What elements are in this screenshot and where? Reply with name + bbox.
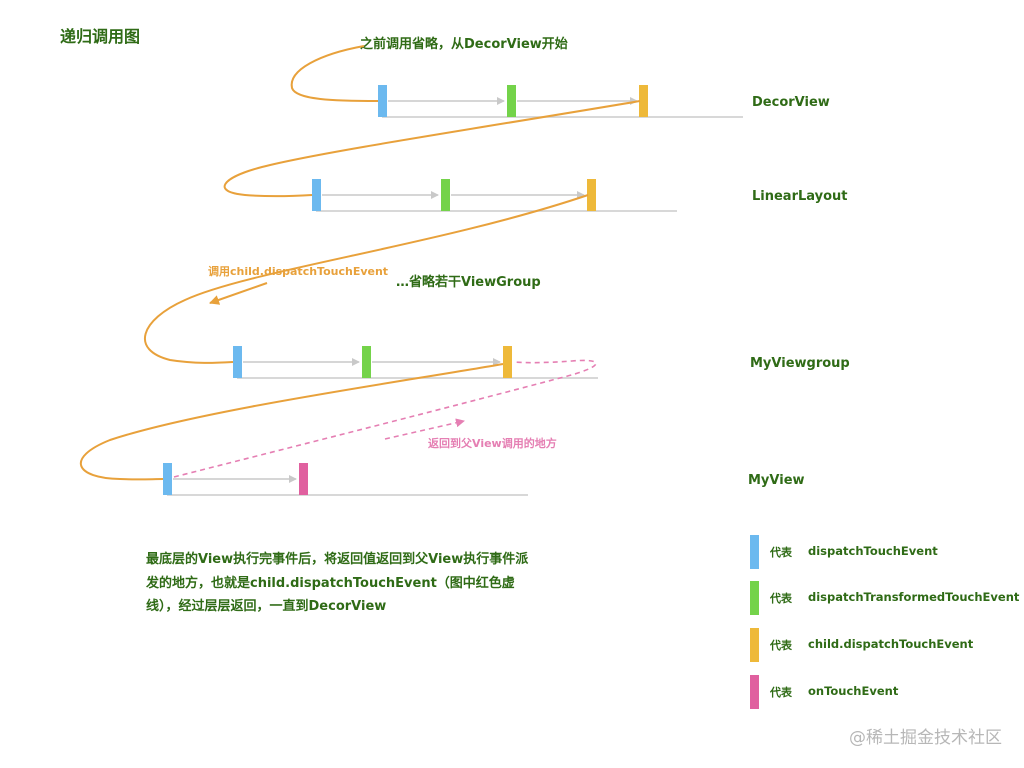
legend-label: child.dispatchTouchEvent xyxy=(808,637,974,651)
legend-label: dispatchTransformedTouchEvent xyxy=(808,590,1020,604)
legend-swatch xyxy=(750,675,759,709)
legend-swatch xyxy=(750,628,759,662)
diagram-title: 递归调用图 xyxy=(60,27,140,46)
explanation-note: 最底层的View执行完事件后，将返回值返回到父View执行事件派发的地方，也就是… xyxy=(146,552,529,614)
legend-swatch xyxy=(750,581,759,615)
legend-label: onTouchEvent xyxy=(808,684,899,698)
layer-label: DecorView xyxy=(752,95,830,110)
watermark: @稀土掘金技术社区 xyxy=(849,728,1002,748)
layer-linearlayout: LinearLayout xyxy=(312,179,848,212)
legend-prefix: 代表 xyxy=(770,686,792,699)
dispatch-transformed-bar xyxy=(507,85,516,117)
annotation-return: 返回到父View调用的地方 xyxy=(428,436,557,450)
child-dispatch-bar xyxy=(587,179,596,211)
layer-label: MyView xyxy=(748,473,805,488)
layer-label: MyViewgroup xyxy=(750,356,850,371)
recursion-diagram: 递归调用图 之前调用省略，从DecorView开始 DecorView Line… xyxy=(60,27,850,496)
on-touch-event-bar xyxy=(299,463,308,495)
dispatch-touch-event-bar xyxy=(233,346,242,378)
call-curve-viewgroup-to-view xyxy=(79,363,504,481)
child-dispatch-bar xyxy=(639,85,648,117)
call-curve-entry xyxy=(290,45,379,102)
annotation-ellipsis: …省略若干ViewGroup xyxy=(396,274,541,290)
legend-prefix: 代表 xyxy=(770,546,792,559)
dispatch-transformed-bar xyxy=(441,179,450,211)
call-child-arrow xyxy=(209,282,268,305)
legend-swatch xyxy=(750,535,759,569)
layer-myviewgroup: MyViewgroup xyxy=(233,346,850,379)
legend-prefix: 代表 xyxy=(770,592,792,605)
layer-decorview: DecorView xyxy=(378,85,830,118)
layer-myview: MyView xyxy=(163,463,805,496)
annotation-top-note: 之前调用省略，从DecorView开始 xyxy=(360,36,568,52)
layer-label: LinearLayout xyxy=(752,189,848,204)
annotation-call-child: 调用child.dispatchTouchEvent xyxy=(208,264,388,278)
dispatch-touch-event-bar xyxy=(312,179,321,211)
dispatch-touch-event-bar xyxy=(163,463,172,495)
dispatch-transformed-bar xyxy=(362,346,371,378)
legend-prefix: 代表 xyxy=(770,639,792,652)
call-curve-decor-to-linear xyxy=(223,100,641,198)
dispatch-touch-event-bar xyxy=(378,85,387,117)
child-dispatch-bar xyxy=(503,346,512,378)
legend-label: dispatchTouchEvent xyxy=(808,544,938,558)
